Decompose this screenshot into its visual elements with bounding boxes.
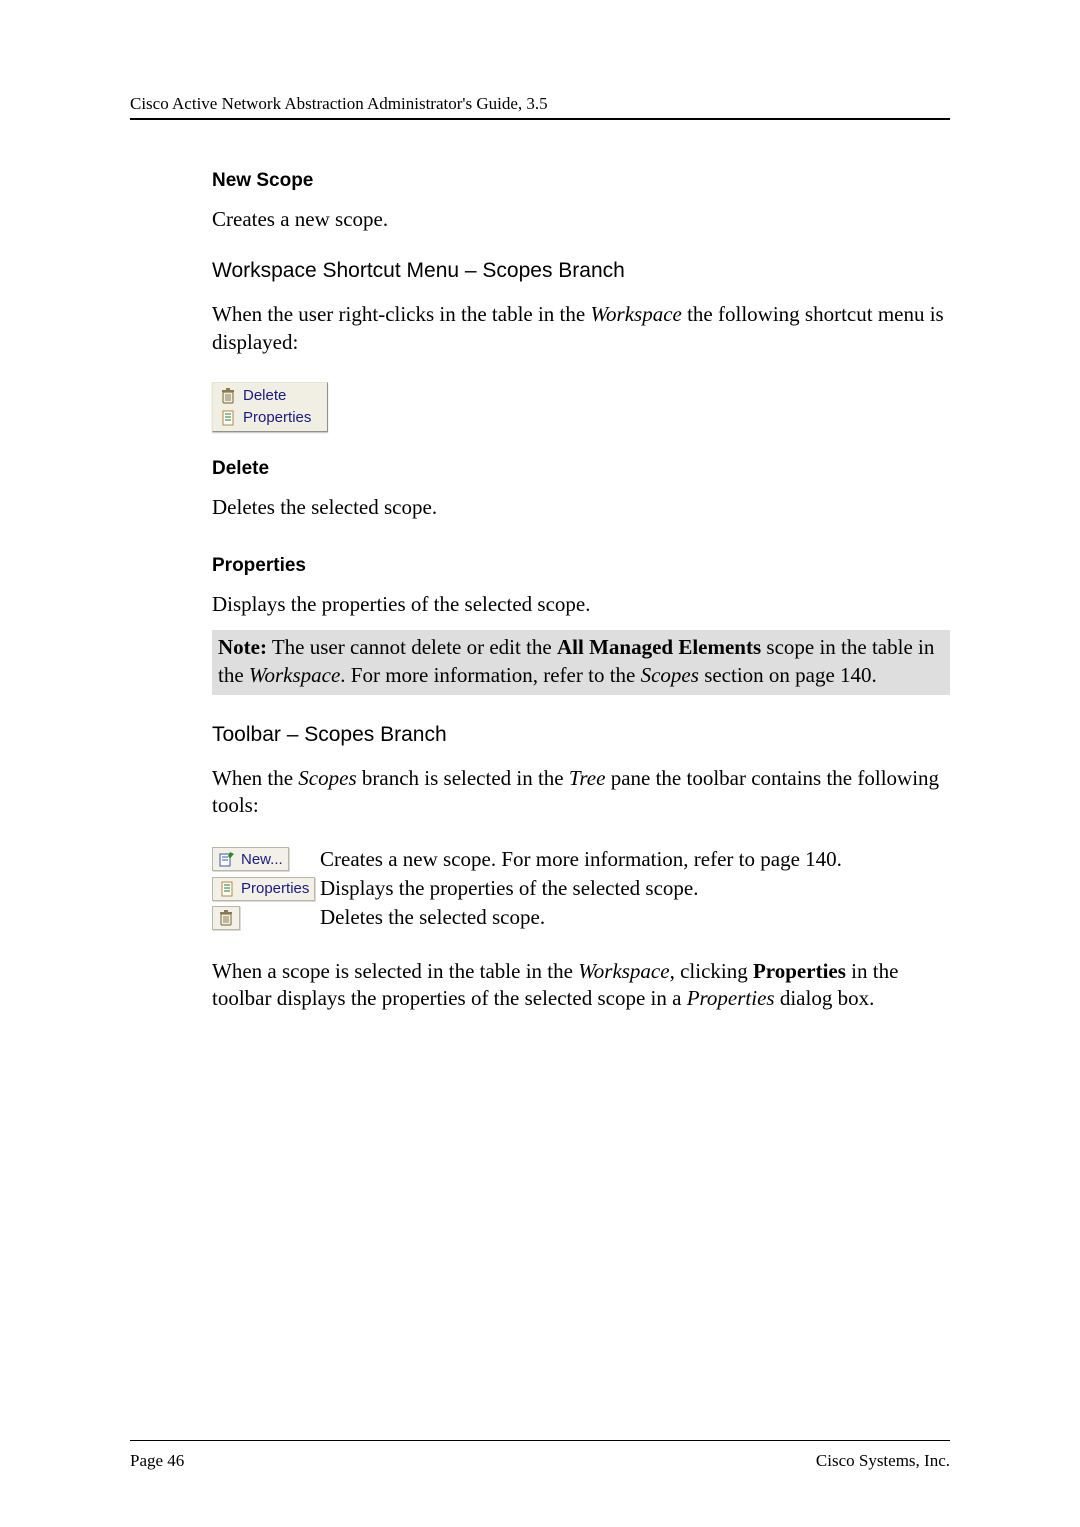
text-italic: Workspace [590, 302, 681, 326]
context-menu: Delete Properties [212, 382, 328, 432]
tool-row: New... Creates a new scope. For more inf… [212, 846, 950, 873]
button-label: Properties [241, 880, 309, 897]
toolbar-properties-button[interactable]: Properties [212, 877, 315, 901]
heading-new-scope: New Scope [212, 170, 950, 192]
page-content: New Scope Creates a new scope. Workspace… [212, 170, 950, 1012]
page-number: Page 46 [130, 1451, 184, 1471]
tool-row: Properties Displays the properties of th… [212, 875, 950, 902]
note-box: Note: The user cannot delete or edit the… [212, 630, 950, 695]
trash-icon [219, 387, 237, 405]
text-italic: Properties [687, 986, 775, 1010]
properties-icon [218, 880, 236, 898]
paragraph: When a scope is selected in the table in… [212, 958, 950, 1013]
paragraph: When the user right-clicks in the table … [212, 301, 950, 356]
heading-properties: Properties [212, 555, 950, 577]
text-italic: Workspace [249, 663, 340, 687]
text-bold: Properties [753, 959, 846, 983]
menu-item-delete[interactable]: Delete [215, 385, 325, 407]
text: When the [212, 766, 298, 790]
note-label: Note: [218, 635, 267, 659]
text-italic: Scopes [641, 663, 699, 687]
footer-company: Cisco Systems, Inc. [816, 1451, 950, 1471]
menu-item-label: Properties [243, 409, 311, 426]
new-icon [218, 850, 236, 868]
text: When a scope is selected in the table in… [212, 959, 578, 983]
paragraph: Deletes the selected scope. [212, 494, 950, 521]
text-italic: Workspace [578, 959, 669, 983]
text-bold: All Managed Elements [557, 635, 761, 659]
text-italic: Scopes [298, 766, 356, 790]
text: dialog box. [775, 986, 875, 1010]
text: section on page 140. [699, 663, 877, 687]
menu-item-properties[interactable]: Properties [215, 407, 325, 429]
toolbar-new-button[interactable]: New... [212, 847, 289, 871]
toolbar-delete-button[interactable] [212, 906, 240, 930]
paragraph: When the Scopes branch is selected in th… [212, 765, 950, 820]
tool-row: Deletes the selected scope. [212, 904, 950, 931]
menu-item-label: Delete [243, 387, 286, 404]
button-label: New... [241, 851, 283, 868]
properties-icon [219, 409, 237, 427]
text: branch is selected in the [357, 766, 569, 790]
text: The user cannot delete or edit the [267, 635, 557, 659]
heading-delete: Delete [212, 458, 950, 480]
text: . For more information, refer to the [340, 663, 640, 687]
paragraph: Displays the properties of the selected … [212, 591, 950, 618]
text: When the user right-clicks in the table … [212, 302, 590, 326]
paragraph: Creates a new scope. [212, 206, 950, 233]
trash-icon [217, 909, 235, 927]
running-header: Cisco Active Network Abstraction Adminis… [130, 94, 950, 120]
toolbar-tools-list: New... Creates a new scope. For more inf… [212, 846, 950, 932]
tool-description: Displays the properties of the selected … [320, 875, 698, 902]
tool-description: Creates a new scope. For more informatio… [320, 846, 842, 873]
text: , clicking [670, 959, 753, 983]
heading-workspace-shortcut: Workspace Shortcut Menu – Scopes Branch [212, 259, 950, 283]
page-footer: Page 46 Cisco Systems, Inc. [130, 1440, 950, 1471]
text-italic: Tree [569, 766, 606, 790]
heading-toolbar: Toolbar – Scopes Branch [212, 723, 950, 747]
tool-description: Deletes the selected scope. [320, 904, 545, 931]
